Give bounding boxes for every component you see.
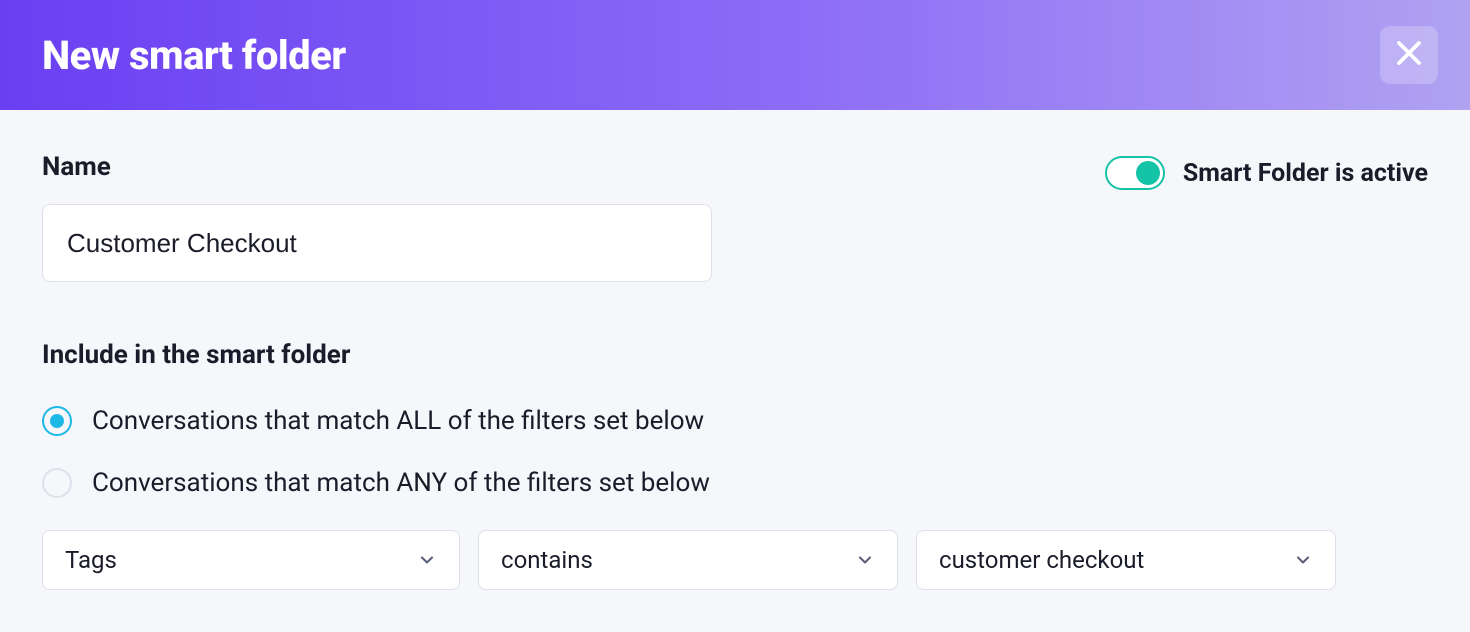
chevron-down-icon	[855, 550, 875, 570]
filter-field-select[interactable]: Tags	[42, 530, 460, 590]
radio-match-all-label: Conversations that match ALL of the filt…	[92, 406, 704, 436]
modal-title: New smart folder	[42, 32, 346, 79]
radio-match-all[interactable]: Conversations that match ALL of the filt…	[42, 406, 1428, 436]
top-row: Name Smart Folder is active	[42, 152, 1428, 282]
radio-match-any-label: Conversations that match ANY of the filt…	[92, 468, 710, 498]
close-button[interactable]	[1380, 26, 1438, 84]
filter-value-value: customer checkout	[939, 546, 1144, 574]
active-toggle-label: Smart Folder is active	[1183, 159, 1428, 188]
chevron-down-icon	[1293, 550, 1313, 570]
chevron-down-icon	[417, 550, 437, 570]
active-toggle-group: Smart Folder is active	[1105, 156, 1428, 190]
include-heading: Include in the smart folder	[42, 340, 1428, 370]
modal-body: Name Smart Folder is active Include in t…	[0, 110, 1470, 632]
active-toggle[interactable]	[1105, 156, 1165, 190]
filter-row: Tags contains customer checkout	[42, 530, 1428, 590]
radio-icon	[42, 468, 72, 498]
name-label: Name	[42, 152, 712, 182]
filter-field-value: Tags	[65, 546, 117, 574]
toggle-knob	[1136, 161, 1160, 185]
radio-icon	[42, 406, 72, 436]
name-input[interactable]	[42, 204, 712, 282]
filter-operator-select[interactable]: contains	[478, 530, 898, 590]
radio-dot-icon	[50, 414, 64, 428]
modal-header: New smart folder	[0, 0, 1470, 110]
filter-operator-value: contains	[501, 546, 593, 574]
radio-match-any[interactable]: Conversations that match ANY of the filt…	[42, 468, 1428, 498]
close-icon	[1394, 38, 1424, 72]
name-group: Name	[42, 152, 712, 282]
filter-value-select[interactable]: customer checkout	[916, 530, 1336, 590]
